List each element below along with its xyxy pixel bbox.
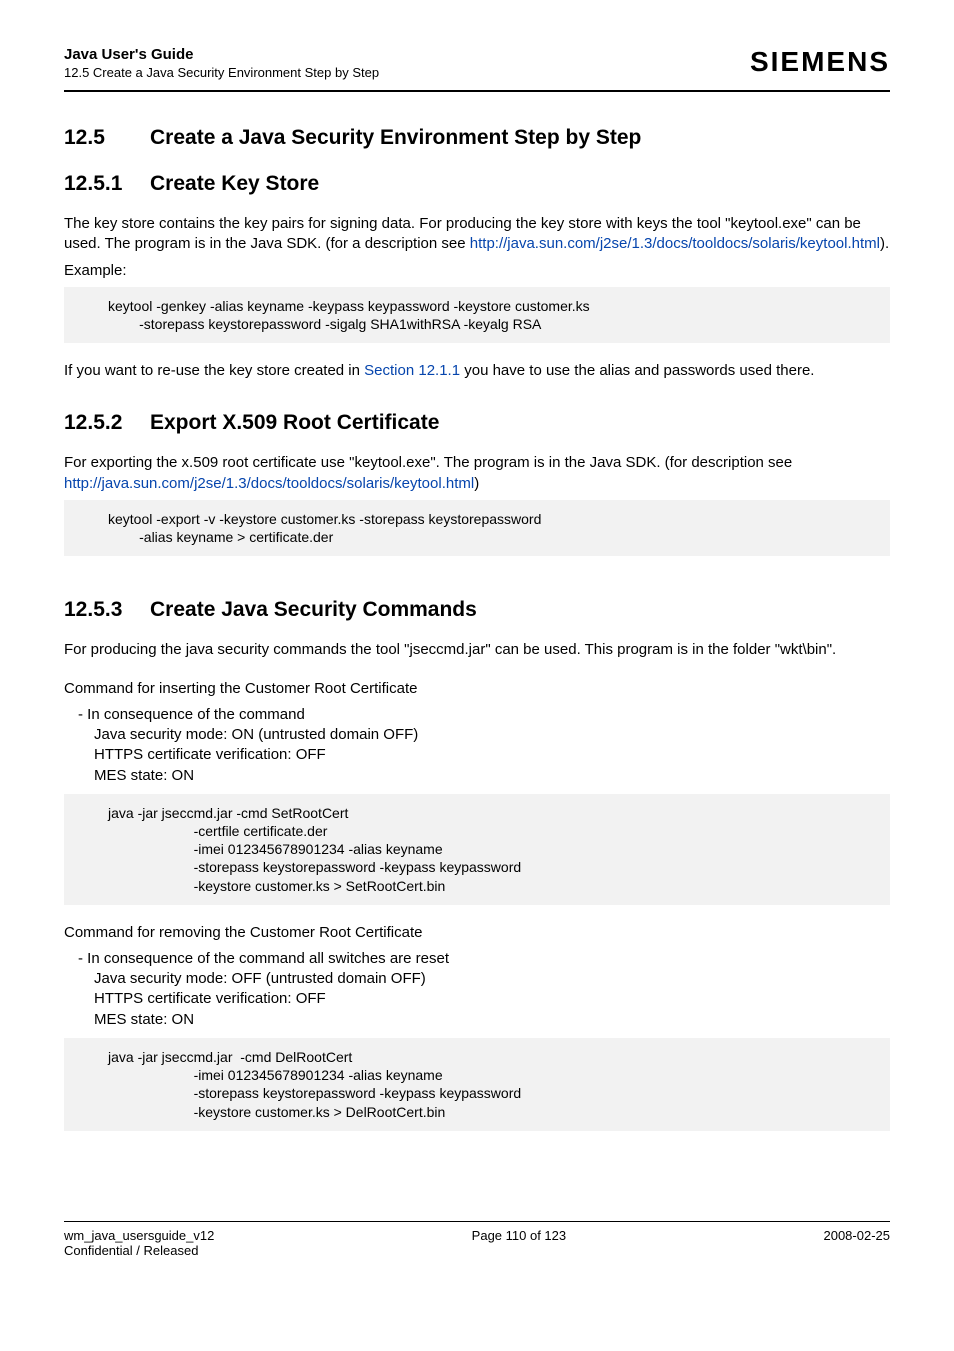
text: In consequence of the command bbox=[87, 706, 305, 723]
heading-text: Export X.509 Root Certificate bbox=[150, 411, 439, 435]
text: MES state: ON bbox=[94, 1010, 890, 1030]
footer-rule bbox=[64, 1221, 890, 1222]
text: ). bbox=[880, 235, 889, 252]
list-insert-cert: In consequence of the command Java secur… bbox=[64, 705, 890, 786]
brand-logo: SIEMENS bbox=[750, 46, 890, 78]
doc-subtitle: 12.5 Create a Java Security Environment … bbox=[64, 65, 379, 80]
heading-12-5-3: 12.5.3 Create Java Security Commands bbox=[64, 598, 890, 622]
code-keytool-export: keytool -export -v -keystore customer.ks… bbox=[64, 500, 890, 556]
text: ) bbox=[474, 475, 479, 492]
header: Java User's Guide 12.5 Create a Java Sec… bbox=[64, 46, 890, 80]
heading-num: 12.5.1 bbox=[64, 172, 150, 196]
text: MES state: ON bbox=[94, 766, 890, 786]
heading-num: 12.5.2 bbox=[64, 411, 150, 435]
heading-12-5-1: 12.5.1 Create Key Store bbox=[64, 172, 890, 196]
footer: wm_java_usersguide_v12 Confidential / Re… bbox=[64, 1221, 890, 1258]
list-item: In consequence of the command all switch… bbox=[94, 949, 890, 1030]
heading-12-5-2: 12.5.2 Export X.509 Root Certificate bbox=[64, 411, 890, 435]
keytool-doc-link-2[interactable]: http://java.sun.com/j2se/1.3/docs/tooldo… bbox=[64, 475, 474, 492]
paragraph: For producing the java security commands… bbox=[64, 640, 890, 660]
code-delrootcert: java -jar jseccmd.jar -cmd DelRootCert -… bbox=[64, 1038, 890, 1131]
text: For exporting the x.509 root certificate… bbox=[64, 454, 792, 471]
paragraph: If you want to re-use the key store crea… bbox=[64, 361, 890, 381]
footer-confidential: Confidential / Released bbox=[64, 1243, 214, 1258]
header-rule bbox=[64, 90, 890, 92]
heading-num: 12.5 bbox=[64, 126, 150, 150]
text: Java security mode: OFF (untrusted domai… bbox=[94, 969, 890, 989]
header-left: Java User's Guide 12.5 Create a Java Sec… bbox=[64, 46, 379, 80]
heading-text: Create a Java Security Environment Step … bbox=[150, 126, 641, 150]
footer-filename: wm_java_usersguide_v12 bbox=[64, 1228, 214, 1243]
footer-left: wm_java_usersguide_v12 Confidential / Re… bbox=[64, 1228, 214, 1258]
list-remove-cert: In consequence of the command all switch… bbox=[64, 949, 890, 1030]
paragraph: The key store contains the key pairs for… bbox=[64, 214, 890, 255]
text: you have to use the alias and passwords … bbox=[460, 362, 814, 379]
paragraph-cmd-remove: Command for removing the Customer Root C… bbox=[64, 923, 890, 943]
footer-page: Page 110 of 123 bbox=[472, 1228, 566, 1258]
keytool-doc-link[interactable]: http://java.sun.com/j2se/1.3/docs/tooldo… bbox=[470, 235, 880, 252]
heading-text: Create Java Security Commands bbox=[150, 598, 477, 622]
code-setrootcert: java -jar jseccmd.jar -cmd SetRootCert -… bbox=[64, 794, 890, 905]
code-keytool-genkey: keytool -genkey -alias keyname -keypass … bbox=[64, 287, 890, 343]
paragraph-example: Example: bbox=[64, 261, 890, 281]
doc-title: Java User's Guide bbox=[64, 46, 379, 63]
paragraph: For exporting the x.509 root certificate… bbox=[64, 453, 890, 494]
text: HTTPS certificate verification: OFF bbox=[94, 989, 890, 1009]
paragraph-cmd-insert: Command for inserting the Customer Root … bbox=[64, 679, 890, 699]
text: If you want to re-use the key store crea… bbox=[64, 362, 364, 379]
heading-text: Create Key Store bbox=[150, 172, 319, 196]
text: HTTPS certificate verification: OFF bbox=[94, 745, 890, 765]
heading-12-5: 12.5 Create a Java Security Environment … bbox=[64, 126, 890, 150]
list-item: In consequence of the command Java secur… bbox=[94, 705, 890, 786]
heading-num: 12.5.3 bbox=[64, 598, 150, 622]
text: In consequence of the command all switch… bbox=[87, 950, 449, 967]
section-12-1-1-link[interactable]: Section 12.1.1 bbox=[364, 362, 460, 379]
footer-date: 2008-02-25 bbox=[823, 1228, 890, 1258]
text: Java security mode: ON (untrusted domain… bbox=[94, 725, 890, 745]
